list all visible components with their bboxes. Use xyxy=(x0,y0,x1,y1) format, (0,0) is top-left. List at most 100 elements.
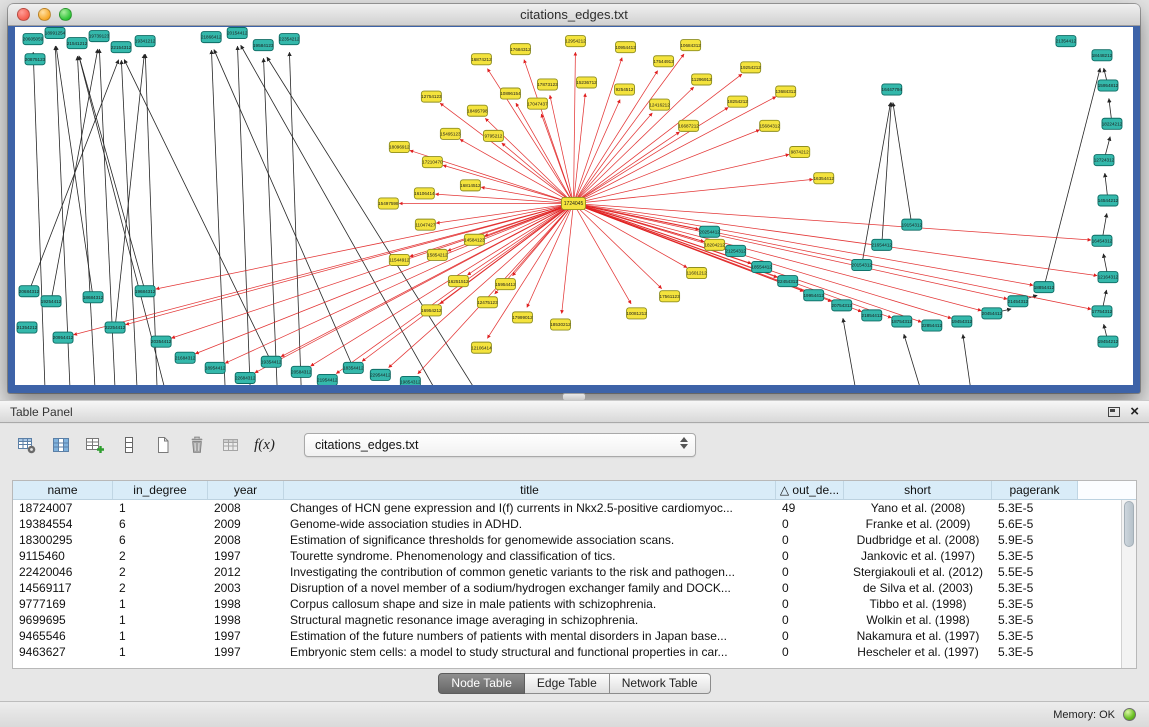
graph-node[interactable]: 12724312 xyxy=(1094,155,1115,166)
table-row[interactable]: 1938455462009Genome-wide association stu… xyxy=(13,516,1121,532)
graph-node[interactable]: 18204212 xyxy=(704,239,725,250)
graph-node[interactable]: 18495798 xyxy=(467,105,488,116)
graph-node[interactable]: 12106414 xyxy=(471,342,492,353)
column-header-title[interactable]: title xyxy=(284,481,776,499)
graph-node[interactable]: 17754312 xyxy=(1092,306,1113,317)
graph-node[interactable]: 16814512 xyxy=(460,180,481,191)
close-window-button[interactable] xyxy=(17,8,30,21)
graph-node[interactable]: 22154312 xyxy=(111,42,132,53)
graph-node[interactable]: 15495123 xyxy=(440,128,461,139)
graph-node[interactable]: 17210470 xyxy=(422,157,443,168)
graph-node[interactable]: 18224212 xyxy=(1102,118,1123,129)
minimize-window-button[interactable] xyxy=(38,8,51,21)
graph-node[interactable]: 21254312 xyxy=(725,245,746,256)
graph-node[interactable]: 16687212 xyxy=(678,120,699,131)
graph-node[interactable]: 12754123 xyxy=(421,91,442,102)
graph-node[interactable]: 9254512 xyxy=(615,84,635,95)
cell-out_degree[interactable]: 0 xyxy=(776,612,844,628)
cell-out_degree[interactable]: 0 xyxy=(776,628,844,644)
graph-node[interactable]: 9874212 xyxy=(790,147,810,158)
graph-node[interactable]: 20584312 xyxy=(291,366,312,377)
graph-node[interactable]: 22354212 xyxy=(279,34,300,45)
graph-node[interactable]: 18854412 xyxy=(1034,282,1055,293)
graph-node[interactable]: 18554412 xyxy=(751,261,772,272)
graph-node[interactable]: 18096912 xyxy=(389,141,410,152)
table-row[interactable]: 946554611997Estimation of the future num… xyxy=(13,628,1121,644)
cell-year[interactable]: 1998 xyxy=(208,612,284,628)
graph-node[interactable]: 10896154 xyxy=(500,88,521,99)
cell-name[interactable]: 19384554 xyxy=(13,516,113,532)
cell-title[interactable]: Tourette syndrome. Phenomenology and cla… xyxy=(284,548,776,564)
graph-node[interactable]: 19454212 xyxy=(1098,336,1119,347)
cell-pagerank[interactable]: 5.6E-5 xyxy=(992,516,1078,532)
graph-node[interactable]: 11601212 xyxy=(687,268,708,279)
cell-out_degree[interactable]: 49 xyxy=(776,500,844,516)
graph-node[interactable]: 21354412 xyxy=(1056,36,1077,47)
tab-edge-table[interactable]: Edge Table xyxy=(525,673,610,694)
cell-out_degree[interactable]: 0 xyxy=(776,564,844,580)
graph-node[interactable]: 17999012 xyxy=(512,312,533,323)
cell-year[interactable]: 2008 xyxy=(208,500,284,516)
cell-title[interactable]: Estimation of significance thresholds fo… xyxy=(284,532,776,548)
graph-node[interactable]: 10081212 xyxy=(626,308,647,319)
cell-short[interactable]: Wolkin et al. (1998) xyxy=(844,612,992,628)
cell-short[interactable]: Dudbridge et al. (2008) xyxy=(844,532,992,548)
graph-node[interactable]: 15236712 xyxy=(576,77,597,88)
cell-in_degree[interactable]: 6 xyxy=(113,516,208,532)
graph-node[interactable]: 16354412 xyxy=(814,173,835,184)
cell-pagerank[interactable]: 5.5E-5 xyxy=(992,564,1078,580)
cell-out_degree[interactable]: 0 xyxy=(776,548,844,564)
cell-name[interactable]: 9115460 xyxy=(13,548,113,564)
graph-node[interactable]: 12164312 xyxy=(1098,272,1119,283)
graph-node[interactable]: 14544212 xyxy=(1098,195,1119,206)
cell-name[interactable]: 14569117 xyxy=(13,580,113,596)
cell-short[interactable]: Tibbo et al. (1998) xyxy=(844,596,992,612)
graph-node[interactable]: 17561123 xyxy=(660,291,681,302)
cell-name[interactable]: 18300295 xyxy=(13,532,113,548)
cell-in_degree[interactable]: 2 xyxy=(113,564,208,580)
cell-pagerank[interactable]: 5.9E-5 xyxy=(992,532,1078,548)
graph-node[interactable]: 19254412 xyxy=(41,296,62,307)
table-source-dropdown[interactable]: citations_edges.txt xyxy=(304,433,696,457)
table-mode-icon[interactable] xyxy=(14,433,39,458)
cell-out_degree[interactable]: 0 xyxy=(776,596,844,612)
cell-pagerank[interactable]: 5.3E-5 xyxy=(992,644,1078,660)
table-row[interactable]: 946362711997Embryonic stem cells: a mode… xyxy=(13,644,1121,660)
graph-node[interactable]: 20684312 xyxy=(19,286,40,297)
graph-node[interactable]: 15954812 xyxy=(1098,80,1119,91)
graph-node[interactable]: 10954412 xyxy=(615,42,636,53)
cell-title[interactable]: Embryonic stem cells: a model to study s… xyxy=(284,644,776,660)
graph-node[interactable]: 19854312 xyxy=(400,376,421,385)
cell-short[interactable]: Hescheler et al. (1997) xyxy=(844,644,992,660)
graph-node[interactable]: 12954212 xyxy=(565,36,586,47)
graph-node[interactable]: 22454312 xyxy=(777,276,798,287)
graph-node[interactable]: 16447794 xyxy=(882,84,903,95)
graph-node[interactable]: 18448212 xyxy=(1092,50,1113,61)
cell-year[interactable]: 2009 xyxy=(208,516,284,532)
table-row[interactable]: 977716911998Corpus callosum shape and si… xyxy=(13,596,1121,612)
delete-table-icon[interactable] xyxy=(184,433,209,458)
graph-node[interactable]: 20154312 xyxy=(852,259,873,270)
cell-name[interactable]: 9463627 xyxy=(13,644,113,660)
graph-node[interactable]: 12416212 xyxy=(649,99,670,110)
graph-node[interactable]: 20454412 xyxy=(982,308,1003,319)
import-table-icon[interactable] xyxy=(218,433,243,458)
cell-pagerank[interactable]: 5.3E-5 xyxy=(992,612,1078,628)
graph-node[interactable]: 22684312 xyxy=(235,372,256,383)
column-header-pagerank[interactable]: pagerank xyxy=(992,481,1078,499)
cell-title[interactable]: Changes of HCN gene expression and I(f) … xyxy=(284,500,776,516)
graph-node[interactable]: 21354212 xyxy=(17,322,38,333)
column-header-in_degree[interactable]: in_degree xyxy=(113,481,208,499)
cell-short[interactable]: Nakamura et al. (1997) xyxy=(844,628,992,644)
graph-node[interactable]: 16954212 xyxy=(421,305,442,316)
graph-node[interactable]: 20954412 xyxy=(53,332,74,343)
graph-node[interactable]: 1724045 xyxy=(561,197,585,209)
graph-node[interactable]: 22954412 xyxy=(370,369,391,380)
graph-node[interactable]: 19341212 xyxy=(135,36,156,47)
graph-node[interactable]: 22254412 xyxy=(105,322,126,333)
graph-node[interactable]: 20754312 xyxy=(832,300,853,311)
table-row[interactable]: 1830029562008Estimation of significance … xyxy=(13,532,1121,548)
graph-node[interactable]: 19254212 xyxy=(740,62,761,73)
graph-node[interactable]: 21854412 xyxy=(862,310,883,321)
cell-in_degree[interactable]: 1 xyxy=(113,644,208,660)
